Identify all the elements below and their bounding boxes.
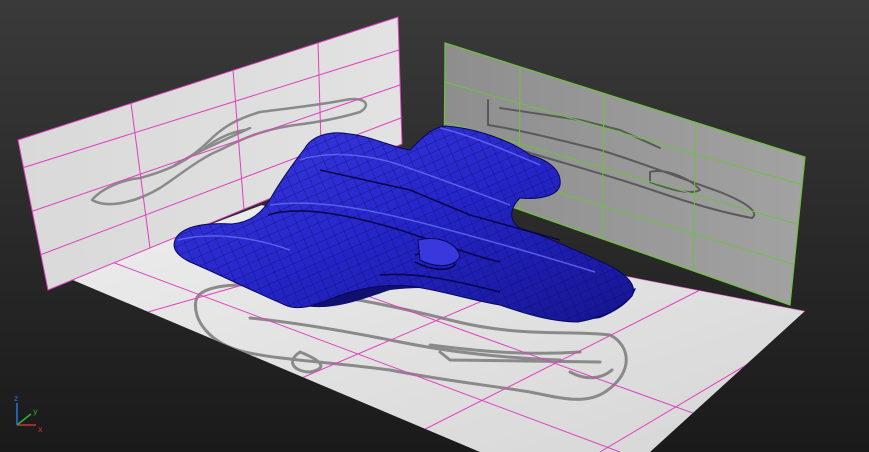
viewport-canvas[interactable]: x y z bbox=[0, 0, 869, 452]
x-axis-label: x bbox=[38, 425, 43, 434]
z-axis-label: z bbox=[14, 394, 18, 403]
3d-perspective-viewport[interactable]: x y z bbox=[0, 0, 869, 452]
y-axis-label: y bbox=[33, 407, 38, 416]
